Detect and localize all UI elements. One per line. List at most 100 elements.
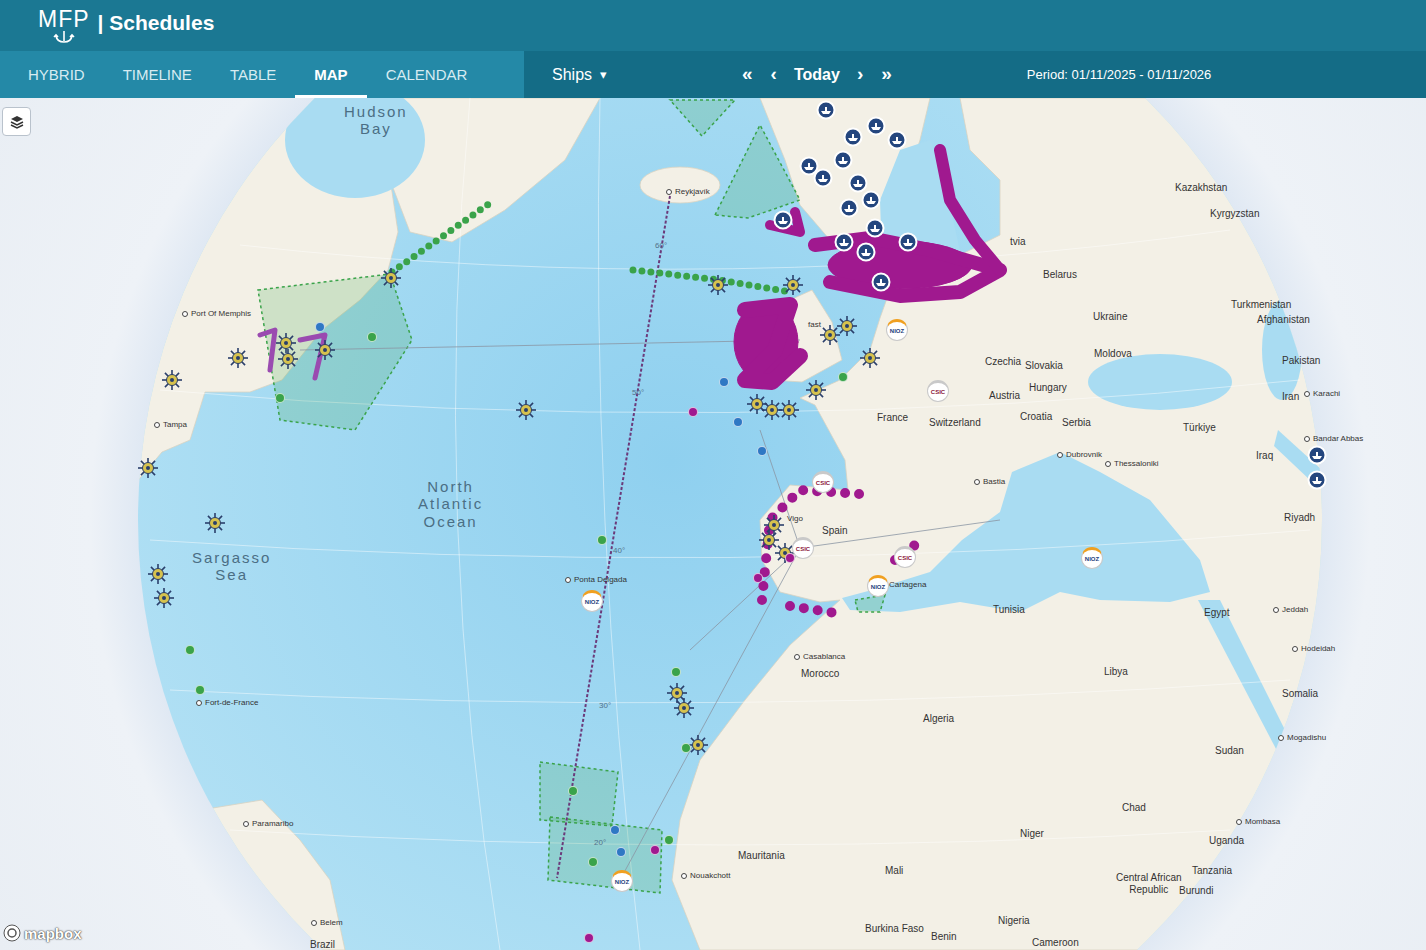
date-nav-button[interactable]: » xyxy=(874,61,899,88)
view-tab[interactable]: MAP xyxy=(295,51,366,98)
map-marker[interactable] xyxy=(816,100,836,120)
map-marker[interactable] xyxy=(681,743,691,753)
map-marker[interactable] xyxy=(275,393,285,403)
date-nav-button[interactable]: Today xyxy=(788,63,846,86)
place-label: Riyadh xyxy=(1284,512,1315,524)
map-marker[interactable] xyxy=(147,563,169,585)
date-nav-button[interactable]: « xyxy=(735,61,760,88)
map-marker[interactable] xyxy=(161,369,183,391)
map-marker[interactable] xyxy=(195,685,205,695)
map-marker[interactable] xyxy=(833,150,853,170)
map-marker[interactable]: CSIC xyxy=(792,537,814,559)
map-marker[interactable] xyxy=(597,535,607,545)
map-marker[interactable] xyxy=(664,835,674,845)
place-label: Nouakchott xyxy=(681,871,730,880)
map-marker[interactable] xyxy=(865,218,885,238)
vessel-icon xyxy=(515,399,537,421)
place-label: Vigo xyxy=(787,514,803,523)
land xyxy=(130,98,1426,950)
map-marker[interactable] xyxy=(227,347,249,369)
map-marker[interactable] xyxy=(861,190,881,210)
ships-dropdown[interactable]: Ships▾ xyxy=(552,62,607,88)
map-marker[interactable] xyxy=(848,173,868,193)
map-marker[interactable] xyxy=(805,379,827,401)
map-marker[interactable] xyxy=(856,242,876,262)
map-marker[interactable] xyxy=(275,332,297,354)
map-marker[interactable] xyxy=(688,407,698,417)
map-marker[interactable] xyxy=(153,587,175,609)
map-marker[interactable] xyxy=(367,332,377,342)
map-marker[interactable] xyxy=(707,274,729,296)
map-marker[interactable] xyxy=(515,399,537,421)
place-label: Paramaribo xyxy=(243,819,293,828)
map-marker[interactable] xyxy=(778,399,800,421)
date-nav-button[interactable]: › xyxy=(850,61,870,88)
map-marker[interactable] xyxy=(584,933,594,943)
logo-text: MFP xyxy=(38,8,90,31)
map-marker[interactable]: CSIC xyxy=(927,380,949,402)
place-label: Burkina Faso xyxy=(865,923,924,935)
city-dot xyxy=(565,577,571,583)
map-marker[interactable] xyxy=(871,272,891,292)
map-marker[interactable]: NIOZ xyxy=(611,870,633,892)
place-label: Kyrgyzstan xyxy=(1210,208,1259,220)
view-tab[interactable]: CALENDAR xyxy=(367,51,487,98)
map-marker[interactable] xyxy=(1307,445,1327,465)
place-label: Tanzania xyxy=(1192,865,1232,877)
map-marker[interactable]: CSIC xyxy=(894,546,916,568)
map[interactable]: CSICCSICCSICCSICNIOZNIOZNIOZNIOZNIOZHuds… xyxy=(0,98,1426,950)
map-marker[interactable] xyxy=(315,322,325,332)
map-marker[interactable] xyxy=(314,339,336,361)
place-label: Turkmenistan xyxy=(1231,299,1291,311)
map-marker[interactable]: NIOZ xyxy=(867,575,889,597)
map-marker[interactable]: NIOZ xyxy=(581,590,603,612)
map-marker[interactable] xyxy=(610,825,620,835)
place-label: fast xyxy=(808,320,821,329)
layers-button[interactable] xyxy=(2,107,31,136)
map-marker[interactable] xyxy=(859,347,881,369)
map-marker[interactable] xyxy=(763,514,785,536)
map-marker[interactable] xyxy=(137,457,159,479)
map-marker[interactable] xyxy=(588,857,598,867)
map-marker[interactable] xyxy=(568,786,578,796)
map-marker[interactable] xyxy=(733,417,743,427)
map-marker[interactable] xyxy=(782,274,804,296)
city-dot xyxy=(154,422,160,428)
map-marker[interactable] xyxy=(758,529,780,551)
map-marker[interactable] xyxy=(773,210,793,230)
logo[interactable]: MFP xyxy=(38,8,90,43)
map-marker[interactable] xyxy=(719,377,729,387)
map-marker[interactable] xyxy=(836,315,858,337)
map-marker[interactable] xyxy=(838,372,848,382)
map-marker[interactable] xyxy=(277,348,299,370)
map-marker[interactable] xyxy=(1307,470,1327,490)
map-marker[interactable] xyxy=(185,645,195,655)
map-marker[interactable] xyxy=(650,845,660,855)
map-marker[interactable] xyxy=(799,156,819,176)
map-marker[interactable] xyxy=(819,324,841,346)
map-marker[interactable] xyxy=(673,697,695,719)
mapbox-attribution[interactable]: mapbox xyxy=(3,924,82,942)
navy-ship-icon xyxy=(887,130,907,150)
view-tab[interactable]: HYBRID xyxy=(9,51,104,98)
map-marker[interactable] xyxy=(204,512,226,534)
map-marker[interactable]: NIOZ xyxy=(886,319,908,341)
map-marker[interactable] xyxy=(380,267,402,289)
map-marker[interactable]: NIOZ xyxy=(1081,547,1103,569)
map-marker[interactable] xyxy=(839,198,859,218)
map-marker[interactable] xyxy=(616,847,626,857)
map-marker[interactable] xyxy=(671,667,681,677)
map-marker[interactable] xyxy=(753,573,763,583)
map-marker[interactable] xyxy=(834,232,854,252)
inland-sea xyxy=(285,98,1322,766)
view-tab[interactable]: TIMELINE xyxy=(104,51,211,98)
map-marker[interactable] xyxy=(746,393,768,415)
date-nav-button[interactable]: ‹ xyxy=(764,61,784,88)
map-marker[interactable] xyxy=(898,232,918,252)
map-marker[interactable] xyxy=(757,446,767,456)
map-marker[interactable] xyxy=(887,130,907,150)
map-marker[interactable]: CSIC xyxy=(812,471,834,493)
map-marker[interactable] xyxy=(866,116,886,136)
map-marker[interactable] xyxy=(843,127,863,147)
view-tab[interactable]: TABLE xyxy=(211,51,295,98)
